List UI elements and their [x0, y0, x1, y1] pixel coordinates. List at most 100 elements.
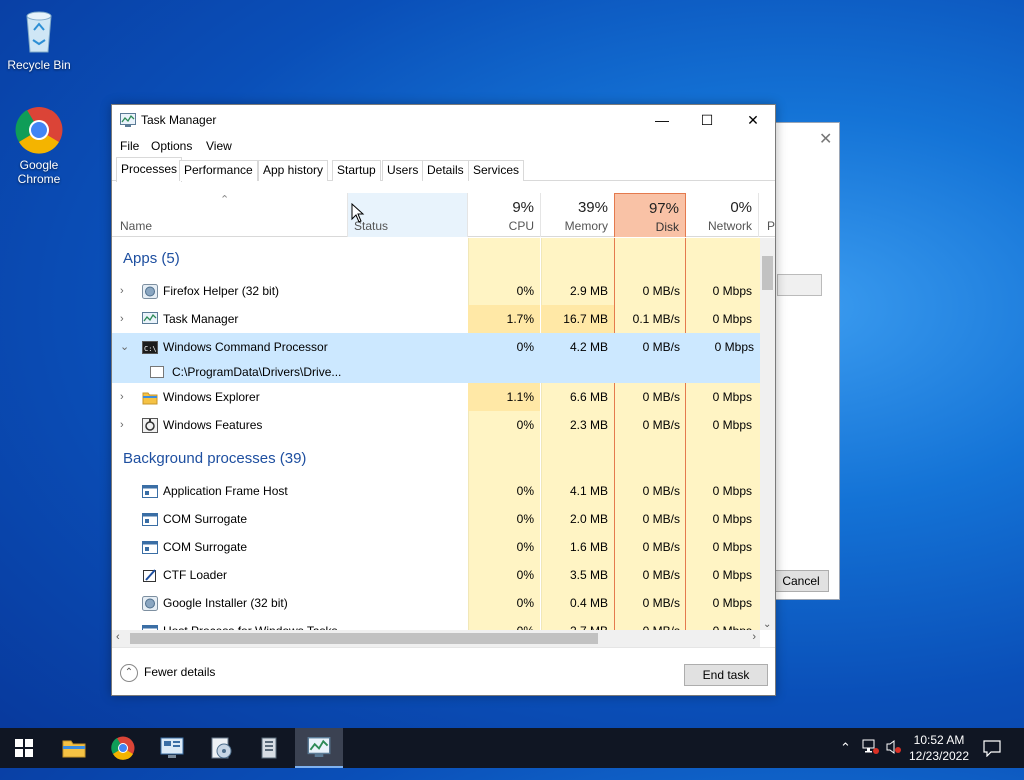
title-bar[interactable]: Task Manager — ☐ ✕ — [112, 105, 775, 135]
dialog-input[interactable] — [777, 274, 822, 296]
process-name: Application Frame Host — [163, 484, 288, 498]
column-header-power[interactable]: P — [759, 193, 775, 237]
horizontal-scrollbar[interactable]: ‹ › — [112, 630, 760, 647]
cpu-value: 0% — [516, 540, 534, 554]
taskbar-app-3[interactable] — [246, 728, 294, 768]
network-value: 0 Mbps — [712, 418, 752, 432]
menu-options[interactable]: Options — [151, 139, 192, 153]
column-power-label: P — [767, 219, 775, 233]
cpu-value: 1.7% — [468, 305, 540, 333]
column-header-disk[interactable]: 97% Disk — [614, 193, 686, 237]
tab-users[interactable]: Users — [382, 160, 424, 181]
cpu-value: 0% — [468, 617, 540, 630]
table-row[interactable]: COM Surrogate 0% 1.6 MB 0 MB/s 0 Mbps — [112, 533, 760, 561]
column-header-network[interactable]: 0% Network — [686, 193, 758, 237]
desktop-icon-label: Google Chrome — [17, 158, 61, 186]
disk-value: 0 MB/s — [642, 512, 680, 526]
table-row-selected[interactable]: ⌄ C:\ Windows Command Processor 0% 4.2 M… — [112, 333, 760, 361]
taskbar-app-2[interactable] — [197, 728, 245, 768]
column-header-memory[interactable]: 39% Memory — [541, 193, 614, 237]
cpu-value: 0% — [516, 568, 534, 582]
table-row[interactable]: Google Installer (32 bit) 0% 0.4 MB 0 MB… — [112, 589, 760, 617]
task-manager-window: Task Manager — ☐ ✕ File Options View Pro… — [111, 104, 776, 696]
background-dialog: ✕ Cancel — [770, 122, 840, 600]
scroll-left-icon[interactable]: ‹ — [116, 631, 120, 643]
process-name: Windows Explorer — [163, 390, 260, 404]
taskbar-file-explorer[interactable] — [50, 728, 98, 768]
chevron-up-icon: ⌃ — [120, 664, 138, 682]
column-name-label: Name — [120, 219, 153, 233]
show-hidden-icons-icon[interactable]: ⌃ — [840, 740, 851, 780]
chevron-down-icon[interactable]: ⌄ — [120, 333, 129, 361]
taskbar-chrome[interactable] — [99, 728, 147, 768]
column-header-status[interactable]: Status — [348, 193, 467, 237]
scrollbar-thumb[interactable] — [130, 633, 598, 644]
scrollbar-thumb[interactable] — [762, 256, 773, 290]
folder-icon — [142, 390, 158, 405]
process-name: Windows Command Processor — [163, 340, 328, 354]
start-button[interactable] — [0, 728, 48, 768]
chevron-right-icon[interactable]: › — [120, 411, 124, 439]
desktop-icon-google-chrome[interactable]: Google Chrome — [1, 106, 77, 186]
volume-muted-icon[interactable] — [885, 739, 903, 779]
system-clock[interactable]: 10:52 AM 12/23/2022 — [904, 732, 974, 764]
scroll-down-icon[interactable]: ⌄ — [763, 619, 771, 630]
table-row[interactable]: COM Surrogate 0% 2.0 MB 0 MB/s 0 Mbps — [112, 505, 760, 533]
desktop-icon-recycle-bin[interactable]: Recycle Bin — [1, 8, 77, 72]
memory-value: 2.0 MB — [569, 512, 608, 526]
close-icon[interactable]: ✕ — [819, 129, 832, 149]
tab-services[interactable]: Services — [468, 160, 525, 181]
memory-value: 6.6 MB — [569, 390, 608, 404]
windows-logo-icon — [15, 739, 33, 757]
cancel-button[interactable]: Cancel — [773, 570, 829, 592]
disk-app-icon — [211, 737, 232, 759]
grid-header: ⌃ Name Status 9% CPU 39% Memory 97% Disk — [112, 193, 775, 237]
taskbar-task-manager[interactable] — [295, 728, 343, 768]
tab-details[interactable]: Details — [422, 160, 469, 181]
column-header-name[interactable]: ⌃ Name — [112, 193, 347, 237]
disk-label: Disk — [655, 220, 679, 234]
window-icon — [150, 366, 164, 378]
cpu-value: 0% — [516, 512, 534, 526]
table-row[interactable]: CTF Loader 0% 3.5 MB 0 MB/s 0 Mbps — [112, 561, 760, 589]
scroll-right-icon[interactable]: › — [752, 631, 756, 643]
tab-performance[interactable]: Performance — [179, 160, 258, 181]
table-row-child[interactable]: C:\ProgramData\Drivers\Drive... — [112, 361, 760, 383]
fewer-details-button[interactable]: ⌃ Fewer details — [120, 664, 215, 682]
memory-percent: 39% — [577, 199, 608, 216]
network-value: 0 Mbps — [712, 284, 752, 298]
table-row[interactable]: Host Process for Windows Tasks 0% 2.7 MB… — [112, 617, 760, 630]
taskbar: ⌃ 10:52 AM 12/23/2022 — [0, 728, 1024, 768]
menu-view[interactable]: View — [206, 139, 232, 153]
chevron-right-icon[interactable]: › — [120, 305, 124, 333]
table-row[interactable]: › Task Manager 1.7% 16.7 MB 0.1 MB/s 0 M… — [112, 305, 760, 333]
chevron-right-icon[interactable]: › — [120, 383, 124, 411]
column-header-cpu[interactable]: 9% CPU — [468, 193, 540, 237]
notification-icon[interactable] — [983, 739, 1001, 779]
end-task-button[interactable]: End task — [684, 664, 768, 686]
taskbar-app-1[interactable] — [148, 728, 196, 768]
memory-value: 1.6 MB — [569, 540, 608, 554]
process-name: C:\ProgramData\Drivers\Drive... — [172, 365, 342, 379]
minimize-button[interactable]: — — [639, 105, 685, 135]
memory-value: 3.5 MB — [569, 568, 608, 582]
vertical-scrollbar[interactable]: ⌄ — [760, 238, 775, 630]
table-row[interactable]: › Windows Explorer 1.1% 6.6 MB 0 MB/s 0 … — [112, 383, 760, 411]
group-title: Apps (5) — [123, 250, 180, 267]
tab-processes[interactable]: Processes — [116, 157, 183, 182]
table-row[interactable]: Application Frame Host 0% 4.1 MB 0 MB/s … — [112, 477, 760, 505]
network-icon[interactable] — [862, 739, 880, 779]
close-button[interactable]: ✕ — [730, 105, 776, 135]
table-row[interactable]: › Firefox Helper (32 bit) 0% 2.9 MB 0 MB… — [112, 277, 760, 305]
task-manager-icon — [142, 312, 158, 327]
maximize-button[interactable]: ☐ — [684, 105, 730, 135]
table-row[interactable]: › Windows Features 0% 2.3 MB 0 MB/s 0 Mb… — [112, 411, 760, 439]
tab-startup[interactable]: Startup — [332, 160, 381, 181]
disk-value: 0 MB/s — [642, 418, 680, 432]
memory-label: Memory — [564, 219, 608, 233]
chevron-right-icon[interactable]: › — [120, 277, 124, 305]
control-panel-icon — [160, 737, 184, 758]
tab-app-history[interactable]: App history — [258, 160, 329, 181]
task-manager-icon — [307, 737, 331, 757]
menu-file[interactable]: File — [120, 139, 139, 153]
